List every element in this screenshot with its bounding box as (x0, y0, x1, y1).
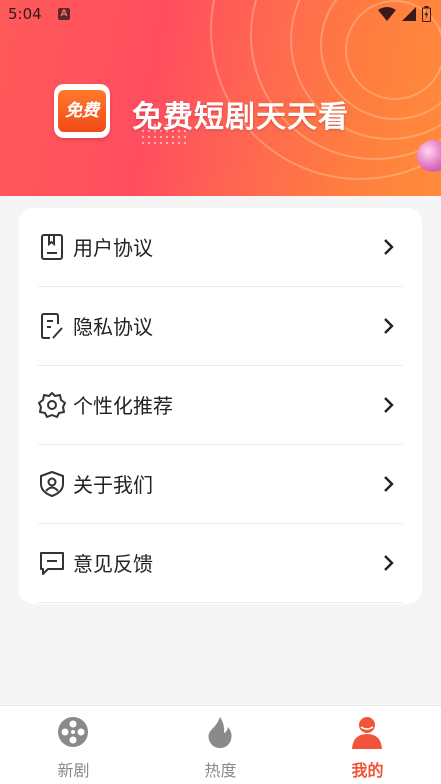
tab-mine[interactable]: 我的 (294, 706, 441, 784)
settings-menu: 用户协议 隐私协议 个性化推荐 关于我们 意见反馈 (19, 208, 422, 604)
status-time: 5:04 (8, 5, 42, 23)
tab-new-dramas[interactable]: 新剧 (0, 706, 147, 784)
chevron-right-icon (384, 397, 394, 413)
status-icons (378, 6, 431, 22)
document-icon (41, 234, 63, 260)
banner-ball (417, 140, 441, 172)
wifi-icon (378, 7, 396, 21)
tab-label: 新剧 (57, 761, 90, 780)
bottom-tab-bar: 新剧 热度 我的 (0, 705, 441, 784)
menu-item-label: 个性化推荐 (73, 394, 173, 418)
menu-item-personalized-recommendation[interactable]: 个性化推荐 (19, 366, 422, 445)
menu-item-user-agreement[interactable]: 用户协议 (19, 208, 422, 287)
menu-item-label: 关于我们 (73, 473, 153, 497)
tab-label: 我的 (351, 761, 384, 780)
menu-item-feedback[interactable]: 意见反馈 (19, 524, 422, 603)
signal-icon (402, 7, 416, 21)
gear-icon (38, 392, 66, 418)
film-reel-icon (58, 717, 88, 747)
header-banner: 5:04 A 免费 免费短剧天天看 (0, 0, 441, 196)
user-icon (352, 717, 382, 749)
menu-item-label: 意见反馈 (73, 552, 153, 576)
chevron-right-icon (384, 555, 394, 571)
app-logo-text: 免费 (58, 90, 106, 132)
chevron-right-icon (384, 318, 394, 334)
menu-item-about-us[interactable]: 关于我们 (19, 445, 422, 524)
chevron-right-icon (384, 476, 394, 492)
shield-user-icon (40, 471, 64, 497)
battery-icon (422, 6, 431, 22)
menu-item-label: 隐私协议 (73, 315, 153, 339)
menu-item-privacy-agreement[interactable]: 隐私协议 (19, 287, 422, 366)
chevron-right-icon (384, 239, 394, 255)
flame-icon (208, 717, 232, 748)
tab-label: 热度 (204, 761, 237, 780)
edit-document-icon (41, 313, 63, 339)
app-logo: 免费 (54, 84, 110, 138)
divider (38, 602, 403, 603)
tab-trending[interactable]: 热度 (147, 706, 294, 784)
notification-icon: A (58, 8, 70, 20)
status-bar: 5:04 A (0, 0, 441, 30)
message-icon (40, 552, 64, 575)
banner-slogan: 免费短剧天天看 (132, 100, 349, 135)
menu-item-label: 用户协议 (73, 236, 153, 260)
